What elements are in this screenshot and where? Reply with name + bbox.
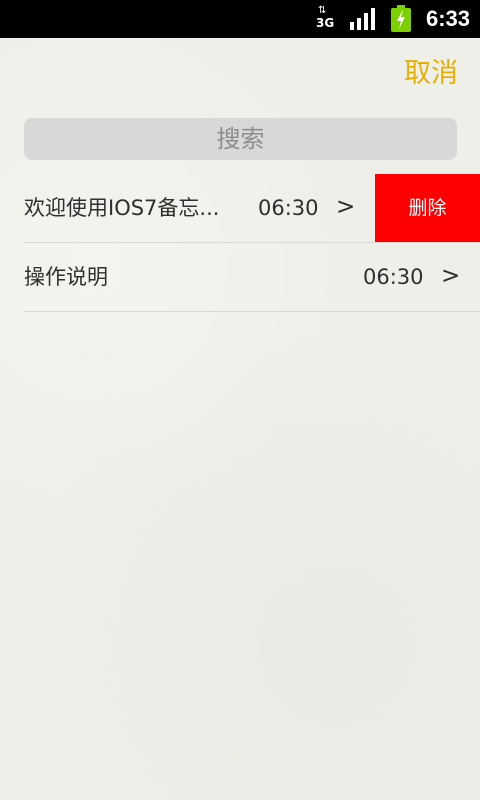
note-title: 操作说明 bbox=[24, 265, 108, 289]
cancel-button[interactable]: 取消 bbox=[404, 56, 468, 92]
data-arrows-icon: ⇅ bbox=[318, 5, 327, 16]
note-time: 06:30 bbox=[258, 196, 319, 220]
signal-bars-icon bbox=[350, 8, 376, 30]
search-input[interactable]: 搜索 bbox=[24, 118, 457, 160]
delete-button[interactable]: 删除 bbox=[375, 174, 480, 242]
status-time: 6:33 bbox=[426, 6, 471, 31]
row-divider bbox=[24, 311, 480, 312]
network-type-label: 3G bbox=[316, 16, 335, 30]
note-row-0[interactable]: 欢迎使用IOS7备忘... 06:30 > 删除 bbox=[0, 174, 480, 242]
chevron-right-icon: > bbox=[336, 194, 356, 220]
status-bar: ⇅ 3G 6:33 bbox=[0, 0, 480, 38]
note-time: 06:30 bbox=[363, 265, 424, 289]
battery-charging-icon bbox=[390, 5, 412, 33]
battery-svg bbox=[391, 5, 411, 32]
notes-screen: 取消 搜索 欢迎使用IOS7备忘... 06:30 > 删除 操作说明 06:3… bbox=[0, 38, 480, 800]
note-title: 欢迎使用IOS7备忘... bbox=[24, 196, 220, 220]
network-3g-icon: ⇅ 3G bbox=[316, 6, 336, 32]
note-row-1[interactable]: 操作说明 06:30 > bbox=[0, 243, 480, 311]
signal-bars-svg bbox=[350, 8, 375, 30]
chevron-right-icon: > bbox=[441, 263, 461, 289]
